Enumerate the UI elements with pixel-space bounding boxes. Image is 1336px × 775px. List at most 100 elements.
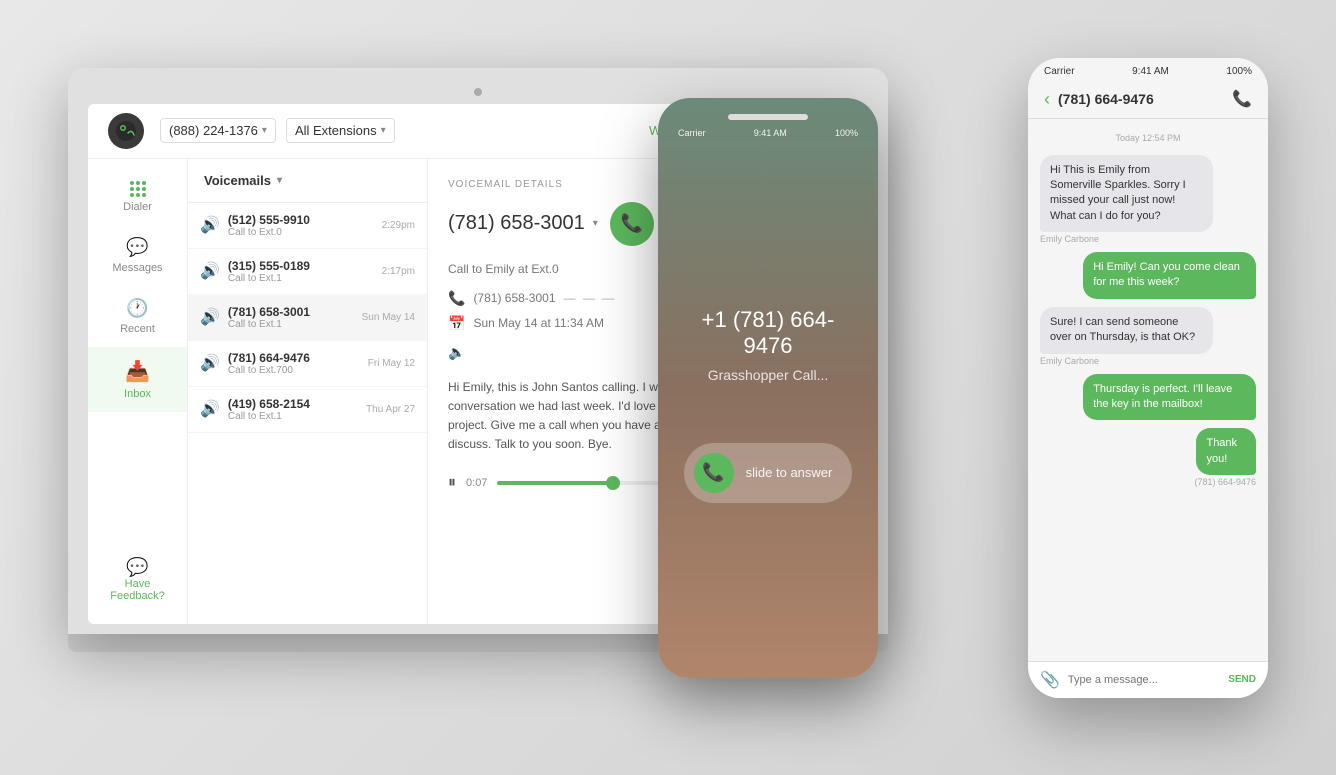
phone-row-icon: 📞 bbox=[448, 290, 465, 307]
incoming-battery: 100% bbox=[835, 128, 858, 138]
extensions-selector[interactable]: All Extensions ▾ bbox=[286, 118, 395, 143]
call-button[interactable]: 📞 bbox=[610, 202, 654, 246]
msg-carrier: Carrier bbox=[1044, 66, 1075, 77]
voicemail-icon-1: 🔊 bbox=[200, 261, 220, 281]
extensions-chevron-icon: ▾ bbox=[381, 125, 386, 136]
pause-button[interactable]: ⏸ bbox=[448, 474, 456, 492]
slide-text: slide to answer bbox=[746, 465, 833, 480]
audio-progress-fill bbox=[497, 481, 613, 485]
calendar-icon: 📅 bbox=[448, 315, 465, 332]
voicemail-icon-0: 🔊 bbox=[200, 215, 220, 235]
detail-number: (781) 658-3001 ▾ bbox=[448, 212, 598, 235]
phone-incoming: Carrier 9:41 AM 100% +1 (781) 664-9476 G… bbox=[658, 98, 878, 678]
answer-button[interactable]: 📞 bbox=[694, 453, 734, 493]
voicemail-list-header: Voicemails ▾ bbox=[188, 159, 427, 203]
msg-text-4: Thank you! bbox=[1196, 428, 1256, 475]
vm-time-2: Sun May 14 bbox=[362, 312, 415, 323]
app-logo bbox=[108, 113, 144, 149]
dialer-icon bbox=[130, 181, 146, 197]
voicemail-icon-2: 🔊 bbox=[200, 307, 220, 327]
messages-body: Today 12:54 PM Hi This is Emily from Som… bbox=[1028, 119, 1268, 661]
inbox-label: Inbox bbox=[124, 388, 151, 400]
msg-text-3: Thursday is perfect. I'll leave the key … bbox=[1083, 374, 1256, 421]
sidebar-item-dialer[interactable]: Dialer bbox=[88, 169, 187, 225]
back-button[interactable]: ‹ bbox=[1044, 89, 1050, 110]
messages-contact-number: (781) 664-9476 bbox=[1058, 91, 1224, 107]
vm-time-3: Fri May 12 bbox=[368, 358, 415, 369]
sidebar: Dialer 💬 Messages 🕐 Recent 📥 Inbox bbox=[88, 159, 188, 624]
vm-ext-1: Call to Ext.1 bbox=[228, 273, 374, 284]
sidebar-item-recent[interactable]: 🕐 Recent bbox=[88, 286, 187, 347]
phone-messages: Carrier 9:41 AM 100% ‹ (781) 664-9476 📞 … bbox=[1028, 58, 1268, 698]
message-bubble-1: Hi Emily! Can you come clean for me this… bbox=[1040, 252, 1256, 299]
vm-number-1: (315) 555-0189 bbox=[228, 259, 374, 273]
voicemail-info-0: (512) 555-9910 Call to Ext.0 bbox=[228, 213, 374, 238]
msg-sender-2: Emily Carbone bbox=[1040, 356, 1256, 366]
voicemail-icon-3: 🔊 bbox=[200, 353, 220, 373]
sidebar-item-messages[interactable]: 💬 Messages bbox=[88, 225, 187, 286]
voicemail-item-4[interactable]: 🔊 (419) 658-2154 Call to Ext.1 Thu Apr 2… bbox=[188, 387, 427, 433]
vm-time-4: Thu Apr 27 bbox=[366, 404, 415, 415]
messages-call-icon[interactable]: 📞 bbox=[1232, 89, 1252, 109]
slide-to-answer[interactable]: 📞 slide to answer bbox=[684, 443, 853, 503]
message-bubble-0: Hi This is Emily from Somerville Sparkle… bbox=[1040, 155, 1256, 245]
msg-sender-4: (781) 664-9476 bbox=[1194, 477, 1256, 487]
voicemail-info-4: (419) 658-2154 Call to Ext.1 bbox=[228, 397, 358, 422]
vm-time-1: 2:17pm bbox=[382, 266, 415, 277]
send-button[interactable]: SEND bbox=[1228, 674, 1256, 685]
msg-text-0: Hi This is Emily from Somerville Sparkle… bbox=[1040, 155, 1213, 233]
detail-callback: (781) 658-3001 bbox=[473, 291, 555, 305]
phone-number-selector[interactable]: (888) 224-1376 ▾ bbox=[160, 118, 276, 143]
msg-text-2: Sure! I can send someone over on Thursda… bbox=[1040, 307, 1213, 354]
extensions-label: All Extensions bbox=[295, 123, 377, 138]
message-bubble-4: Thank you! (781) 664-9476 bbox=[1182, 428, 1256, 487]
vm-time-0: 2:29pm bbox=[382, 220, 415, 231]
phone-notch-incoming bbox=[728, 114, 808, 120]
voicemail-item-0[interactable]: 🔊 (512) 555-9910 Call to Ext.0 2:29pm bbox=[188, 203, 427, 249]
vm-ext-0: Call to Ext.0 bbox=[228, 227, 374, 238]
incoming-number: +1 (781) 664-9476 bbox=[680, 307, 856, 359]
laptop-camera bbox=[474, 88, 482, 96]
phone-chevron-icon: ▾ bbox=[262, 125, 267, 136]
attach-icon[interactable]: 📎 bbox=[1040, 670, 1060, 690]
incoming-carrier: Carrier bbox=[678, 128, 706, 138]
volume-icon: 🔈 bbox=[448, 344, 465, 360]
message-input-bar: 📎 SEND bbox=[1028, 661, 1268, 698]
vm-number-4: (419) 658-2154 bbox=[228, 397, 358, 411]
voicemail-item-3[interactable]: 🔊 (781) 664-9476 Call to Ext.700 Fri May… bbox=[188, 341, 427, 387]
messages-icon: 💬 bbox=[126, 237, 148, 258]
incoming-call-content: +1 (781) 664-9476 Grasshopper Call... 📞 … bbox=[670, 144, 866, 666]
msg-time: 9:41 AM bbox=[1132, 66, 1169, 77]
voicemail-list: Voicemails ▾ 🔊 (512) 555-9910 Call to Ex… bbox=[188, 159, 428, 624]
voicemails-chevron-icon: ▾ bbox=[277, 175, 282, 186]
feedback-button[interactable]: 💬 Have Feedback? bbox=[88, 545, 187, 614]
message-input[interactable] bbox=[1068, 674, 1220, 686]
recent-label: Recent bbox=[120, 323, 155, 335]
voicemails-title: Voicemails bbox=[204, 173, 271, 188]
incoming-time: 9:41 AM bbox=[754, 128, 787, 138]
playback-time: 0:07 bbox=[466, 477, 487, 489]
voicemail-info-2: (781) 658-3001 Call to Ext.1 bbox=[228, 305, 354, 330]
msg-text-1: Hi Emily! Can you come clean for me this… bbox=[1083, 252, 1256, 299]
voicemail-icon-4: 🔊 bbox=[200, 399, 220, 419]
messages-date: Today 12:54 PM bbox=[1040, 133, 1256, 143]
vm-ext-3: Call to Ext.700 bbox=[228, 365, 360, 376]
vm-ext-4: Call to Ext.1 bbox=[228, 411, 358, 422]
vm-number-2: (781) 658-3001 bbox=[228, 305, 354, 319]
vm-ext-2: Call to Ext.1 bbox=[228, 319, 354, 330]
messages-label: Messages bbox=[112, 262, 162, 274]
msg-sender-0: Emily Carbone bbox=[1040, 234, 1256, 244]
detail-chevron-icon: ▾ bbox=[593, 218, 598, 229]
detail-dots: — — — bbox=[564, 291, 617, 305]
voicemail-info-3: (781) 664-9476 Call to Ext.700 bbox=[228, 351, 360, 376]
vm-number-3: (781) 664-9476 bbox=[228, 351, 360, 365]
dialer-label: Dialer bbox=[123, 201, 152, 213]
msg-battery: 100% bbox=[1226, 66, 1252, 77]
sidebar-item-inbox[interactable]: 📥 Inbox bbox=[88, 347, 187, 412]
incoming-app-label: Grasshopper Call... bbox=[708, 367, 829, 383]
voicemail-item-2[interactable]: 🔊 (781) 658-3001 Call to Ext.1 Sun May 1… bbox=[188, 295, 427, 341]
incoming-status-bar: Carrier 9:41 AM 100% bbox=[670, 128, 866, 138]
messages-header: ‹ (781) 664-9476 📞 bbox=[1028, 81, 1268, 119]
inbox-icon: 📥 bbox=[125, 359, 150, 384]
voicemail-item-1[interactable]: 🔊 (315) 555-0189 Call to Ext.1 2:17pm bbox=[188, 249, 427, 295]
